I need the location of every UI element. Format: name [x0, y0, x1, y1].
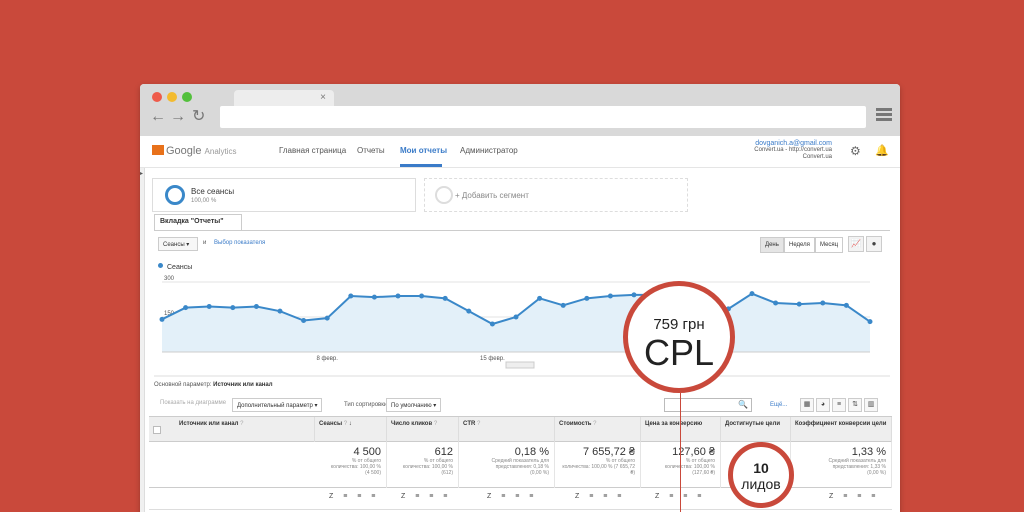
data-point — [796, 301, 802, 307]
cpl-callout: 759 грн CPL — [623, 281, 735, 393]
x-tick-label: 8 февр. — [316, 356, 338, 362]
total-ctr: 0,18 % Средний показатель для представлени… — [459, 442, 555, 488]
data-point — [277, 308, 283, 314]
conversion-column-options[interactable]: Z ≡ ≡ ≡ — [829, 493, 879, 500]
show-on-chart-button[interactable]: Показать на диаграмме — [160, 400, 226, 406]
comparison-view-icon[interactable]: ⇅ — [848, 398, 862, 412]
callout-pointer-line — [680, 393, 681, 512]
data-point — [206, 304, 212, 309]
cost-column-options[interactable]: Z ≡ ≡ ≡ — [575, 493, 625, 500]
browser-window: × ← → ↻ Google Analytics Главная страниц… — [140, 84, 900, 512]
data-point — [253, 304, 259, 309]
col-goal-completions[interactable]: Достигнутые цели — [721, 417, 791, 443]
data-point — [324, 315, 330, 321]
data-point — [607, 293, 613, 299]
data-point — [537, 295, 543, 301]
y-tick-label: 300 — [164, 276, 175, 282]
data-point — [631, 292, 637, 298]
table-header: Источник или канал ? Сеансы ? ↓ Число кл… — [149, 416, 892, 443]
data-point — [843, 302, 849, 308]
select-all-checkbox[interactable] — [153, 426, 161, 434]
data-point — [230, 305, 236, 311]
col-clicks[interactable]: Число кликов ? — [387, 417, 459, 443]
data-point — [371, 294, 377, 300]
total-cost-per-conversion: 127,60 ₴% от общего количества: 100,00 %(… — [641, 442, 721, 488]
col-ctr[interactable]: CTR ? — [459, 417, 555, 443]
secondary-dimension-select[interactable]: Дополнительный параметр ▾ — [232, 398, 323, 412]
col-goal-conversion-rate[interactable]: Коэффициент конверсии цели — [791, 417, 892, 443]
clicks-column-options[interactable]: Z ≡ ≡ ≡ — [401, 493, 451, 500]
pie-view-icon[interactable]: ◕ — [816, 398, 830, 412]
series-area — [162, 293, 870, 352]
col-cost-per-conversion[interactable]: Цена за конверсию — [641, 417, 721, 443]
chart-resize-handle — [505, 361, 535, 369]
data-point — [749, 291, 755, 297]
cpl-label: CPL — [643, 332, 715, 373]
data-point — [301, 318, 307, 323]
data-point — [159, 316, 165, 322]
sessions-column-options[interactable]: Z ≡ ≡ ≡ — [329, 493, 379, 500]
cpl-value: 759 грн — [653, 316, 705, 333]
table-search-input[interactable]: 🔍 — [664, 398, 752, 412]
total-sessions: 4 500% от общего количества: 100,00 % (4 5… — [315, 442, 387, 488]
col-source[interactable]: Источник или канал ? — [165, 417, 315, 443]
table-toolbar: Показать на диаграмме Дополнительный пар… — [154, 394, 890, 416]
data-point — [442, 295, 448, 301]
pivot-view-icon[interactable]: ▥ — [864, 398, 878, 412]
data-point — [395, 293, 401, 299]
data-point — [820, 300, 826, 306]
total-cost: 7 655,72 ₴% от общего количества: 100,00 … — [555, 442, 641, 488]
more-link[interactable]: Ещё... — [770, 402, 787, 408]
primary-dimension: Основной параметр: Источник или канал — [154, 382, 273, 388]
search-icon[interactable]: 🔍 — [738, 400, 748, 409]
total-clicks: 612% от общего количества: 100,00 % (612) — [387, 442, 459, 488]
col-sessions[interactable]: Сеансы ? ↓ — [315, 417, 387, 443]
col-cost[interactable]: Стоимость ? — [555, 417, 641, 443]
table-view-icon[interactable]: ▦ — [800, 398, 814, 412]
data-point — [584, 295, 590, 301]
total-goal-conversion-rate: 1,33 % Средний показатель для представлени… — [791, 442, 892, 488]
sort-type-select[interactable]: По умолчанию ▾ — [386, 398, 442, 412]
data-point — [867, 319, 873, 325]
data-point — [348, 293, 354, 299]
data-point — [466, 308, 472, 314]
data-point — [773, 300, 779, 306]
ctr-column-options[interactable]: Z ≡ ≡ ≡ — [487, 493, 537, 500]
data-point — [560, 302, 566, 308]
data-point — [183, 305, 189, 311]
data-point — [419, 293, 425, 299]
performance-view-icon[interactable]: ≡ — [832, 398, 846, 412]
data-point — [513, 314, 519, 320]
leads-value: 10 — [753, 460, 769, 476]
leads-label: лидов — [741, 476, 781, 492]
leads-callout: 10 лидов — [728, 442, 794, 508]
sort-type-label: Тип сортировки: — [344, 402, 389, 408]
primary-dimension-value[interactable]: Источник или канал — [213, 382, 272, 388]
data-point — [489, 321, 495, 327]
x-tick-label: 15 февр. — [480, 356, 505, 362]
